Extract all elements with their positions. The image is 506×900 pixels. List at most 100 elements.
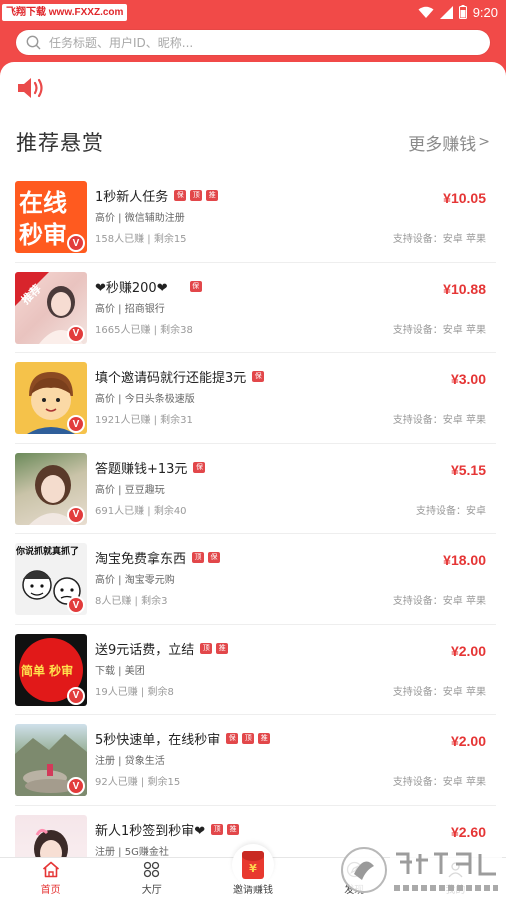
verified-icon: V bbox=[67, 596, 85, 614]
task-devices: 支持设备：安卓 苹果 bbox=[392, 234, 486, 245]
task-subtitle: 注册 | 贷象生活 bbox=[95, 756, 165, 767]
task-item[interactable]: 推荐 V ❤秒赚200❤ 保 高价 | 招商银行 1665人已赚 | 剩余38 … bbox=[15, 263, 496, 353]
task-price: ¥10.05 bbox=[443, 190, 486, 206]
task-price: ¥3.00 bbox=[450, 371, 486, 387]
task-item[interactable]: V 填个邀请码就行还能提3元 保 高价 | 今日头条极速版 1921人已赚 | … bbox=[15, 353, 496, 444]
task-tag: 保 bbox=[252, 371, 265, 382]
task-title-text: 新人1秒签到秒审❤ bbox=[95, 823, 206, 839]
task-subtitle: 高价 | 淘宝零元购 bbox=[95, 575, 175, 586]
tab-home[interactable]: 首页 bbox=[0, 858, 101, 900]
svg-text:你说抓就真抓了: 你说抓就真抓了 bbox=[15, 545, 79, 557]
svg-text:简单 秒审: 简单 秒审 bbox=[21, 663, 73, 678]
svg-text:在线: 在线 bbox=[19, 189, 67, 217]
search-input[interactable] bbox=[49, 35, 429, 50]
task-tag: 顶 bbox=[242, 733, 255, 744]
task-tag: 顶 bbox=[200, 642, 213, 654]
tab-invite[interactable]: ¥ 邀请赚钱 bbox=[202, 844, 303, 900]
section-header: 推荐悬赏 更多赚钱 > bbox=[16, 126, 490, 158]
svg-text:秒审: 秒审 bbox=[19, 221, 67, 249]
task-title-text: ❤秒赚200❤ bbox=[95, 280, 168, 296]
task-thumbnail bbox=[15, 814, 87, 858]
verified-icon: V bbox=[67, 777, 85, 795]
task-subtitle: 高价 | 微信辅助注册 bbox=[95, 213, 185, 224]
task-devices: 支持设备：安卓 bbox=[416, 505, 486, 517]
section-title: 推荐悬赏 bbox=[16, 131, 104, 155]
task-thumbnail: V bbox=[15, 724, 87, 796]
task-title-text: 5秒快速单，在线秒审 bbox=[95, 733, 221, 748]
task-title-text: 淘宝免费拿东西 bbox=[95, 552, 187, 567]
task-stats: 1921人已赚 | 剩余31 bbox=[95, 415, 193, 426]
home-icon bbox=[42, 861, 59, 877]
wifi-icon bbox=[418, 6, 434, 18]
task-item[interactable]: 你说抓就真抓了 V 淘宝免费拿东西 顶 保 高价 | 淘宝零元购 8人已赚 | … bbox=[15, 534, 496, 625]
task-item[interactable]: 简单 秒审 V 送9元话费，立结 顶 推 下载 | 美团 19人已赚 | 剩余8… bbox=[15, 625, 496, 715]
task-title-text: 1秒新人任务 bbox=[95, 190, 169, 205]
task-subtitle: 高价 | 豆豆趣玩 bbox=[95, 484, 165, 496]
task-item[interactable]: V 答题赚钱+13元 保 高价 | 豆豆趣玩 691人已赚 | 剩余40 ¥5.… bbox=[15, 444, 496, 534]
task-title: 1秒新人任务 保 顶 推 bbox=[95, 186, 219, 205]
task-title: ❤秒赚200❤ 保 bbox=[95, 277, 202, 296]
task-title: 填个邀请码就行还能提3元 保 bbox=[95, 367, 265, 386]
task-tag: 推 bbox=[206, 190, 219, 201]
task-subtitle: 高价 | 招商银行 bbox=[95, 303, 165, 315]
task-thumbnail: 简单 秒审 V bbox=[15, 633, 87, 706]
thumb-portrait-graphic bbox=[34, 828, 68, 858]
task-devices: 支持设备：安卓 苹果 bbox=[392, 596, 486, 607]
task-item[interactable]: 在线 秒审 V 1秒新人任务 保 顶 推 高价 | 微信辅助注册 158人已赚 … bbox=[15, 172, 496, 263]
more-link[interactable]: 更多赚钱 > bbox=[408, 130, 490, 155]
task-price: ¥5.15 bbox=[450, 461, 486, 478]
red-envelope-symbol: ¥ bbox=[249, 861, 257, 875]
verified-icon: V bbox=[67, 415, 85, 433]
search-icon bbox=[26, 35, 41, 50]
task-price: ¥2.00 bbox=[450, 642, 486, 659]
red-envelope-icon: ¥ bbox=[232, 844, 274, 886]
task-thumbnail: V bbox=[15, 362, 87, 434]
task-title: 5秒快速单，在线秒审 保 顶 推 bbox=[95, 729, 271, 748]
task-price: ¥10.88 bbox=[443, 280, 486, 297]
task-title: 答题赚钱+13元 保 bbox=[95, 458, 206, 477]
task-stats: 8人已赚 | 剩余3 bbox=[95, 596, 168, 607]
task-stats: 19人已赚 | 剩余8 bbox=[95, 686, 174, 698]
task-tag: 保 bbox=[193, 461, 206, 473]
task-item[interactable]: V 5秒快速单，在线秒审 保 顶 推 注册 | 贷象生活 92人已赚 | 剩余1… bbox=[15, 715, 496, 806]
status-icons: 9:20 bbox=[418, 2, 498, 22]
task-tag: 保 bbox=[226, 733, 239, 744]
verified-icon: V bbox=[67, 686, 85, 705]
tab-hall[interactable]: 大厅 bbox=[101, 858, 202, 900]
battery-icon bbox=[458, 5, 467, 19]
verified-icon: V bbox=[67, 324, 85, 343]
task-stats: 1665人已赚 | 剩余38 bbox=[95, 324, 193, 336]
task-title: 新人1秒签到秒审❤ 顶 推 bbox=[95, 820, 240, 839]
task-thumbnail: 你说抓就真抓了 V bbox=[15, 543, 87, 615]
clock: 9:20 bbox=[472, 4, 498, 20]
main-content: 推荐悬赏 更多赚钱 > 在线 秒审 V 1秒新人任务 保 顶 推 高价 | 微信… bbox=[0, 62, 506, 858]
task-tag: 顶 bbox=[192, 552, 205, 563]
task-stats: 92人已赚 | 剩余15 bbox=[95, 777, 181, 788]
chevron-right-icon: > bbox=[478, 134, 490, 150]
task-stats: 691人已赚 | 剩余40 bbox=[95, 505, 187, 517]
task-devices: 支持设备：安卓 苹果 bbox=[392, 324, 486, 336]
status-bar: 飞翔下载 www.FXXZ.com 9:20 bbox=[0, 0, 506, 24]
task-thumbnail: 推荐 V bbox=[15, 271, 87, 344]
grid-icon bbox=[144, 861, 160, 877]
task-subtitle: 下载 | 美团 bbox=[95, 665, 145, 677]
task-tag: 顶 bbox=[190, 190, 203, 201]
task-title: 淘宝免费拿东西 顶 保 bbox=[95, 548, 221, 567]
search-bar[interactable] bbox=[16, 30, 490, 55]
speaker-icon[interactable] bbox=[16, 76, 46, 100]
task-title: 送9元话费，立结 顶 推 bbox=[95, 639, 229, 658]
tab-home-label: 首页 bbox=[40, 885, 61, 896]
verified-icon: V bbox=[67, 505, 85, 524]
task-list: 在线 秒审 V 1秒新人任务 保 顶 推 高价 | 微信辅助注册 158人已赚 … bbox=[0, 172, 506, 858]
verified-icon: V bbox=[67, 234, 85, 252]
watermark-tag: 飞翔下载 www.FXXZ.com bbox=[2, 4, 128, 21]
cell-signal-icon bbox=[439, 5, 453, 19]
task-subtitle: 高价 | 今日头条极速版 bbox=[95, 394, 195, 405]
task-title-text: 答题赚钱+13元 bbox=[95, 461, 188, 477]
tab-hall-label: 大厅 bbox=[141, 885, 162, 896]
task-subtitle: 注册 | 5G赚金社 bbox=[95, 846, 169, 858]
task-price: ¥18.00 bbox=[443, 552, 486, 568]
task-tag: 保 bbox=[189, 280, 202, 292]
more-label: 更多赚钱 bbox=[408, 134, 477, 155]
task-thumbnail: V bbox=[15, 452, 87, 525]
